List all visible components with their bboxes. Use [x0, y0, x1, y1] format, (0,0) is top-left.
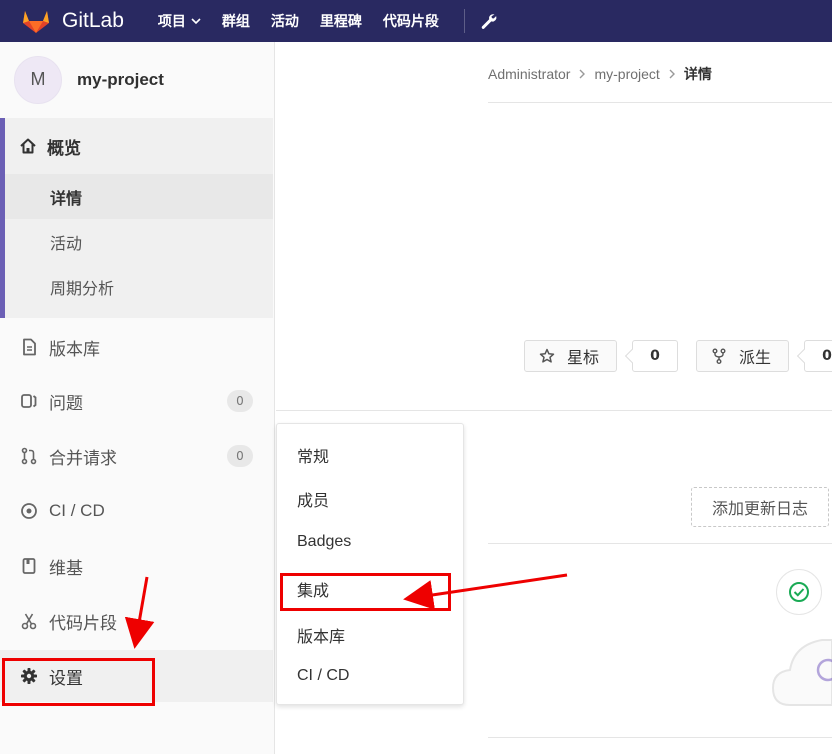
- annotation-arrow-settings: [124, 576, 155, 649]
- annotation-arrows: [124, 573, 568, 649]
- annotation-arrow-integrations: [403, 573, 568, 610]
